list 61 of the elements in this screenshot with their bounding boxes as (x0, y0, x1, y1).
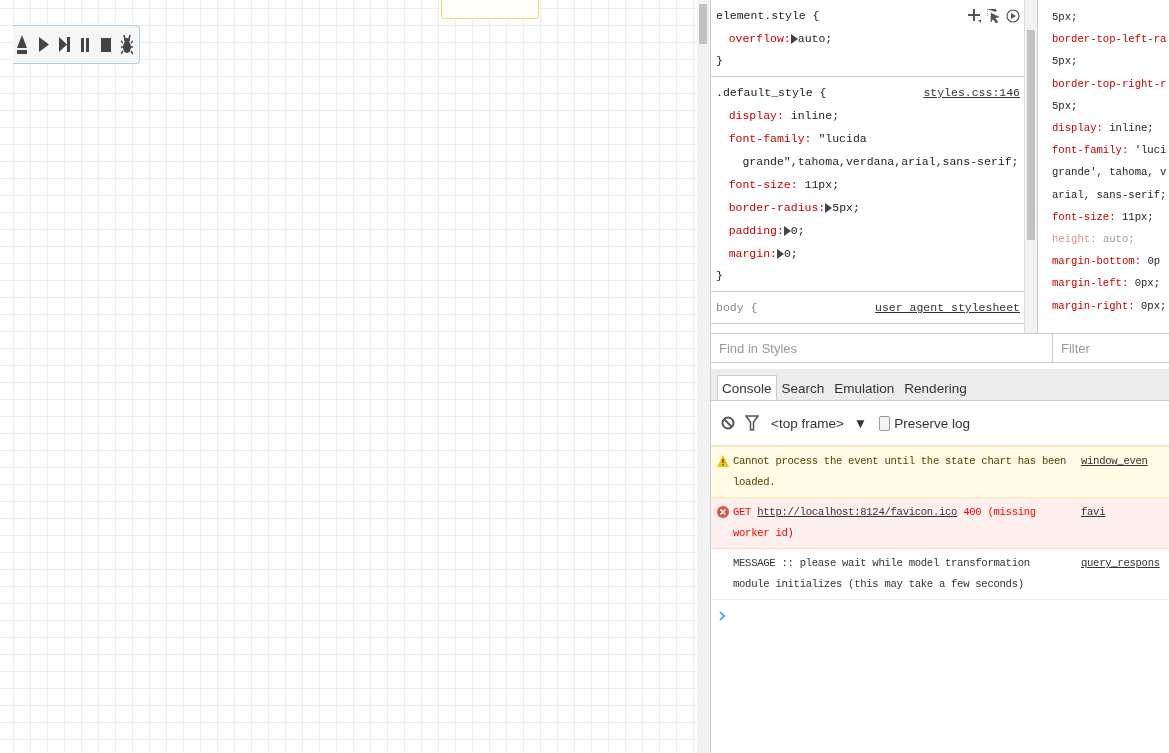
prompt-icon[interactable] (719, 611, 725, 621)
source-link[interactable]: user agent stylesheet (875, 297, 1020, 319)
computed-property: height: auto; (1052, 232, 1136, 248)
rule-selector: body { (716, 300, 758, 316)
bug-button[interactable] (121, 34, 133, 55)
computed-property: grande', tahoma, v (1052, 165, 1168, 181)
expand-triangle-icon[interactable] (790, 33, 798, 44)
closing-brace: } (716, 53, 724, 69)
closing-brace: } (716, 268, 724, 284)
preserve-log-label: Preserve log (894, 415, 970, 431)
filter-icon[interactable] (745, 415, 759, 431)
canvas-node[interactable] (441, 0, 539, 19)
console-message: GET http://localhost:8124/favicon.ico 400 (missing worker id) (733, 505, 1037, 541)
computed-property: margin-left: 0px; (1052, 276, 1162, 292)
rule-selector: .default_style { (716, 85, 827, 101)
source-link[interactable]: query_respons (1081, 553, 1160, 595)
computed-property: font-family: 'luci (1052, 143, 1168, 159)
frame-dropdown[interactable]: <top frame> ▼ (769, 415, 870, 431)
computed-property: border-top-left-ra (1052, 32, 1168, 48)
panel-tab[interactable]: Emulation (829, 375, 900, 400)
play-circle-icon[interactable] (1006, 9, 1020, 23)
css-property: padding: 0; (727, 223, 806, 239)
error-icon (717, 506, 729, 518)
expand-triangle-icon[interactable] (825, 202, 833, 213)
source-link[interactable]: window_even (1081, 451, 1148, 493)
step-button[interactable] (58, 34, 70, 55)
css-property: margin: 0; (727, 246, 799, 262)
scrollbar[interactable] (1024, 0, 1038, 333)
computed-property: 5px; (1052, 98, 1079, 114)
computed-property: margin-bottom: 0p (1052, 254, 1162, 270)
computed-property: display: inline; (1052, 121, 1155, 136)
plus-icon[interactable] (968, 9, 981, 23)
rule-selector: element.style { (716, 8, 820, 24)
warning-icon (717, 455, 729, 467)
eject-button[interactable] (16, 34, 28, 55)
css-property: overflow: auto; (727, 31, 834, 47)
css-property: border-radius: 5px; (727, 200, 861, 216)
clear-icon[interactable] (721, 416, 735, 430)
url-link[interactable]: http://localhost:8124/favicon.ico (757, 506, 958, 518)
computed-property: 5px; (1052, 54, 1079, 70)
console-message: MESSAGE :: please wait while model transformation module initializes (this may take a few seconds) (733, 556, 1031, 592)
console-message: Cannot process the event until the state chart has been loaded. (733, 454, 1068, 490)
cursor-icon[interactable] (987, 9, 1000, 23)
source-link[interactable]: favi (1081, 502, 1106, 544)
panel-tab[interactable]: Search (776, 375, 830, 400)
scrollbar[interactable] (697, 0, 711, 753)
panel-tab[interactable]: Console (717, 375, 777, 400)
css-property: font-family: "lucida grande",tahoma,verdana,arial,sans-serif; (727, 131, 1020, 170)
css-property: font-size: 11px; (727, 177, 841, 193)
preserve-log-checkbox[interactable] (879, 415, 891, 431)
css-property: display: inline; (727, 108, 841, 124)
computed-property: arial, sans-serif; (1052, 187, 1168, 203)
expand-triangle-icon[interactable] (783, 225, 791, 236)
computed-property: font-size: 11px; (1052, 209, 1155, 225)
expand-triangle-icon[interactable] (776, 248, 784, 259)
computed-property: 5px; (1052, 10, 1079, 25)
computed-property: margin-right: 0px; (1052, 298, 1168, 314)
play-button[interactable] (37, 34, 49, 55)
computed-property: border-top-right-r (1052, 76, 1168, 92)
panel-tab[interactable]: Rendering (899, 375, 972, 400)
source-link[interactable]: styles.css:146 (923, 82, 1020, 104)
